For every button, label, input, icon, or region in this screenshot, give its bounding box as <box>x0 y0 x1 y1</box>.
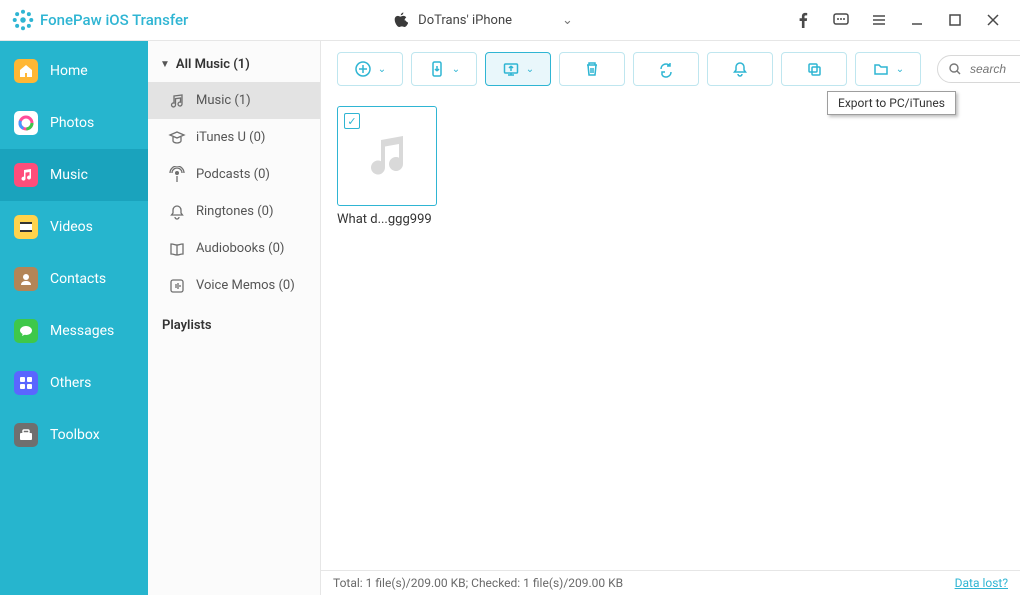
sidebar-item-messages[interactable]: Messages <box>0 305 148 357</box>
category-panel: ▼ All Music (1) Music (1) iTunes U (0) P… <box>148 41 321 595</box>
search-input[interactable] <box>968 61 1020 77</box>
category-item-label: Podcasts (0) <box>196 167 270 182</box>
collapse-triangle-icon: ▼ <box>160 59 170 70</box>
podcast-icon <box>168 166 186 184</box>
photos-icon <box>14 111 38 135</box>
music-placeholder-icon <box>361 130 413 182</box>
sidebar-item-photos[interactable]: Photos <box>0 97 148 149</box>
brand-logo-icon <box>12 9 34 31</box>
delete-button[interactable] <box>559 52 625 86</box>
audiobook-icon <box>168 240 186 258</box>
brand-title: FonePaw iOS Transfer <box>40 11 188 29</box>
window-controls <box>790 7 1012 33</box>
category-item-label: Ringtones (0) <box>196 204 273 219</box>
add-button[interactable]: ⌄ <box>337 52 403 86</box>
tile-checkbox[interactable]: ✓ <box>344 113 360 129</box>
main-panel: ⌄ ⌄ ⌄ ⌄ Export to PC/iTunes <box>321 41 1020 595</box>
playlists-section[interactable]: Playlists <box>148 304 320 347</box>
export-button[interactable]: ⌄ <box>485 52 551 86</box>
sidebar-item-label: Messages <box>50 323 114 339</box>
close-button[interactable] <box>980 7 1006 33</box>
sidebar-item-home[interactable]: Home <box>0 45 148 97</box>
tile-label: What d...ggg999 <box>337 212 435 227</box>
facebook-icon[interactable] <box>790 7 816 33</box>
status-text: Total: 1 file(s)/209.00 KB; Checked: 1 f… <box>333 576 623 590</box>
bell-icon <box>168 203 186 221</box>
videos-icon <box>14 215 38 239</box>
chevron-down-icon: ⌄ <box>526 64 534 75</box>
minimize-button[interactable] <box>904 7 930 33</box>
duplicate-button[interactable] <box>781 52 847 86</box>
category-item-ringtones[interactable]: Ringtones (0) <box>148 193 320 230</box>
home-icon <box>14 59 38 83</box>
category-item-music[interactable]: Music (1) <box>148 82 320 119</box>
toolbar: ⌄ ⌄ ⌄ ⌄ Export to PC/iTunes <box>321 41 1020 98</box>
ringtone-button[interactable] <box>707 52 773 86</box>
maximize-button[interactable] <box>942 7 968 33</box>
search-icon <box>948 62 962 76</box>
category-item-podcasts[interactable]: Podcasts (0) <box>148 156 320 193</box>
category-item-itunesu[interactable]: iTunes U (0) <box>148 119 320 156</box>
refresh-button[interactable] <box>633 52 699 86</box>
music-tile[interactable]: ✓ What d...ggg999 <box>337 106 435 227</box>
body: Home Photos Music Videos Contacts Messag… <box>0 41 1020 595</box>
device-selector[interactable]: DoTrans' iPhone ⌄ <box>394 12 584 28</box>
title-bar: FonePaw iOS Transfer DoTrans' iPhone ⌄ <box>0 0 1020 41</box>
category-item-label: Audiobooks (0) <box>196 241 284 256</box>
sidebar-item-music[interactable]: Music <box>0 149 148 201</box>
category-heading-label: All Music (1) <box>176 57 250 72</box>
import-to-device-button[interactable]: ⌄ <box>411 52 477 86</box>
sidebar-item-label: Contacts <box>50 271 106 287</box>
export-tooltip: Export to PC/iTunes <box>827 91 956 115</box>
category-item-audiobooks[interactable]: Audiobooks (0) <box>148 230 320 267</box>
sidebar-item-toolbox[interactable]: Toolbox <box>0 409 148 461</box>
messages-icon <box>14 319 38 343</box>
feedback-icon[interactable] <box>828 7 854 33</box>
chevron-down-icon: ⌄ <box>452 64 460 75</box>
apple-icon <box>394 12 408 28</box>
menu-icon[interactable] <box>866 7 892 33</box>
category-item-label: Voice Memos (0) <box>196 278 295 293</box>
sidebar-item-videos[interactable]: Videos <box>0 201 148 253</box>
search-box[interactable] <box>937 55 1020 83</box>
sidebar-item-label: Home <box>50 63 88 79</box>
voice-memo-icon <box>168 277 186 295</box>
content-area: ✓ What d...ggg999 <box>321 98 1020 570</box>
music-note-icon <box>168 92 186 110</box>
chevron-down-icon: ⌄ <box>896 64 904 75</box>
sidebar-item-label: Videos <box>50 219 93 235</box>
data-lost-link[interactable]: Data lost? <box>955 576 1008 590</box>
sidebar: Home Photos Music Videos Contacts Messag… <box>0 41 148 595</box>
contacts-icon <box>14 267 38 291</box>
folder-button[interactable]: ⌄ <box>855 52 921 86</box>
category-item-voicememos[interactable]: Voice Memos (0) <box>148 267 320 304</box>
status-bar: Total: 1 file(s)/209.00 KB; Checked: 1 f… <box>321 570 1020 595</box>
sidebar-item-label: Others <box>50 375 91 391</box>
category-item-label: Music (1) <box>196 93 251 108</box>
category-heading[interactable]: ▼ All Music (1) <box>148 51 320 82</box>
app-window: FonePaw iOS Transfer DoTrans' iPhone ⌄ H… <box>0 0 1020 595</box>
sidebar-item-others[interactable]: Others <box>0 357 148 409</box>
toolbox-icon <box>14 423 38 447</box>
brand: FonePaw iOS Transfer <box>8 9 188 31</box>
category-item-label: iTunes U (0) <box>196 130 265 145</box>
device-name: DoTrans' iPhone <box>418 13 512 28</box>
sidebar-item-label: Music <box>50 167 88 183</box>
graduation-icon <box>168 129 186 147</box>
sidebar-item-label: Photos <box>50 115 94 131</box>
chevron-down-icon: ⌄ <box>378 64 386 75</box>
sidebar-item-contacts[interactable]: Contacts <box>0 253 148 305</box>
sidebar-item-label: Toolbox <box>50 427 100 443</box>
tile-thumbnail[interactable]: ✓ <box>337 106 437 206</box>
others-icon <box>14 371 38 395</box>
chevron-down-icon: ⌄ <box>562 13 573 28</box>
music-icon <box>14 163 38 187</box>
